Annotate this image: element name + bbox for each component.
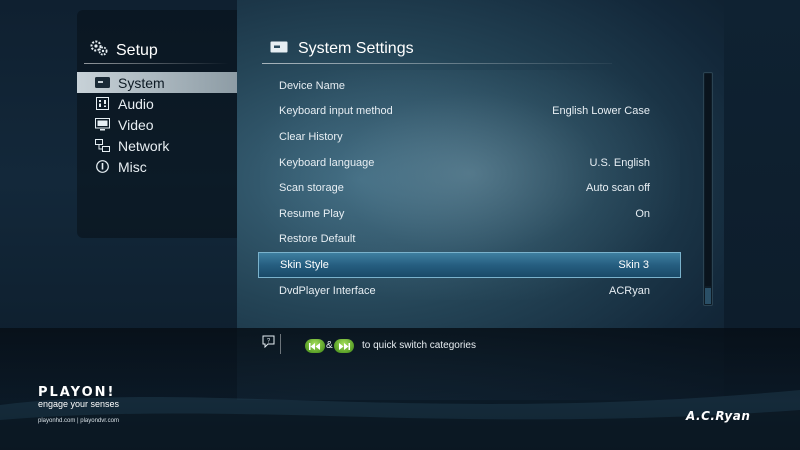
setting-label: Device Name	[279, 79, 346, 92]
settings-scrollbar[interactable]	[703, 72, 713, 306]
setting-row-restore-default[interactable]: Restore Default	[258, 227, 681, 253]
setting-value: Skin 3	[618, 258, 649, 271]
settings-list: Device Name Keyboard input method Englis…	[258, 73, 681, 303]
system-icon	[95, 76, 110, 89]
category-system[interactable]: System	[77, 72, 237, 93]
setting-row-resume-play[interactable]: Resume Play On	[258, 201, 681, 227]
setting-label: Restore Default	[279, 233, 356, 246]
audio-icon	[95, 97, 110, 110]
video-icon	[95, 118, 110, 131]
playon-logo: PLAYON!	[38, 385, 116, 400]
setting-value: Auto scan off	[585, 182, 650, 195]
scrollbar-track	[705, 74, 711, 286]
setting-label: Keyboard input method	[279, 105, 393, 118]
gears-icon	[90, 40, 108, 61]
setting-value: ACRyan	[609, 284, 650, 297]
setting-value: U.S. English	[589, 156, 650, 169]
setup-divider	[84, 63, 229, 64]
scrollbar-thumb[interactable]	[705, 288, 711, 304]
category-label: Network	[118, 137, 170, 154]
setting-row-skin-style[interactable]: Skin Style Skin 3	[258, 252, 681, 278]
network-icon	[95, 139, 110, 152]
brand-websites: playonhd.com | playondvr.com	[38, 418, 119, 424]
category-label: Misc	[118, 158, 147, 175]
setting-row-scan-storage[interactable]: Scan storage Auto scan off	[258, 175, 681, 201]
setting-label: Clear History	[279, 130, 343, 143]
setting-row-keyboard-language[interactable]: Keyboard language U.S. English	[258, 150, 681, 176]
settings-title: System Settings	[298, 40, 414, 57]
category-list: System Audio Video Network Misc	[77, 72, 237, 177]
category-label: System	[118, 74, 165, 91]
category-misc[interactable]: Misc	[77, 156, 237, 177]
setting-label: Scan storage	[279, 182, 344, 195]
acryan-logo: A.C.Ryan	[686, 409, 751, 423]
category-audio[interactable]: Audio	[77, 93, 237, 114]
category-label: Video	[118, 116, 154, 133]
category-label: Audio	[118, 95, 154, 112]
category-network[interactable]: Network	[77, 135, 237, 156]
setting-label: Skin Style	[280, 258, 329, 271]
footer-wave	[0, 390, 800, 450]
setting-label: Resume Play	[279, 207, 345, 220]
setting-value: English Lower Case	[552, 105, 650, 118]
info-icon	[95, 160, 110, 173]
setting-row-dvdplayer-interface[interactable]: DvdPlayer Interface ACRyan	[258, 278, 681, 304]
setup-header: Setup	[90, 40, 158, 61]
setting-label: Keyboard language	[279, 156, 375, 169]
setting-label: DvdPlayer Interface	[279, 284, 376, 297]
setting-value: On	[635, 207, 650, 220]
setting-row-clear-history[interactable]: Clear History	[258, 124, 681, 150]
setting-row-device-name[interactable]: Device Name	[258, 73, 681, 99]
settings-header: System Settings	[270, 40, 414, 58]
settings-divider	[262, 63, 612, 64]
category-video[interactable]: Video	[77, 114, 237, 135]
setting-row-keyboard-input-method[interactable]: Keyboard input method English Lower Case	[258, 99, 681, 125]
brand-tagline: engage your senses	[38, 399, 120, 409]
setup-title: Setup	[116, 41, 158, 59]
system-icon	[270, 40, 288, 58]
